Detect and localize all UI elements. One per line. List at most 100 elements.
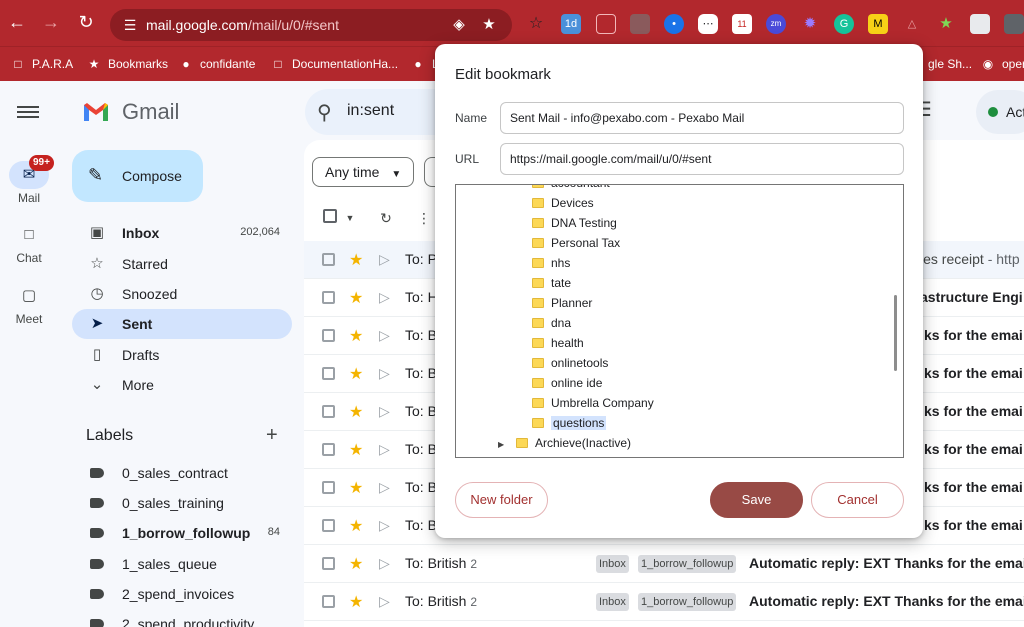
bookmark-confidante[interactable]: ● confidante [178, 55, 255, 73]
bookmark-star-icon[interactable]: ★ [480, 16, 498, 34]
important-icon[interactable]: ▷ [379, 441, 390, 458]
main-menu-icon[interactable] [17, 103, 39, 121]
extension-todo-icon[interactable]: 11 [732, 14, 752, 34]
label-item[interactable]: 0_sales_contract [72, 458, 292, 488]
nav-inbox[interactable]: ▣ Inbox 202,064 [72, 218, 292, 248]
folder-item[interactable]: Devices [532, 193, 594, 213]
gmail-logo[interactable]: Gmail [82, 99, 179, 125]
star-icon[interactable]: ★ [349, 326, 363, 346]
site-settings-icon[interactable]: ☰ [120, 15, 140, 35]
install-app-icon[interactable]: ◈ [450, 16, 468, 34]
back-icon[interactable]: ← [6, 11, 28, 33]
important-icon[interactable]: ▷ [379, 251, 390, 268]
star-icon[interactable]: ★ [349, 402, 363, 422]
nav-sent[interactable]: ➤ Sent [72, 309, 292, 339]
row-checkbox[interactable] [322, 291, 335, 304]
folder-tree[interactable]: accountant Devices DNA Testing Personal … [455, 184, 904, 458]
label-item[interactable]: 2_spend_invoices [72, 579, 292, 609]
nav-starred[interactable]: ☆ Starred [72, 249, 292, 279]
extension-folder-icon[interactable] [630, 14, 650, 34]
extension-miro-icon[interactable]: M [868, 14, 888, 34]
search-icon[interactable]: ⚲ [317, 100, 332, 125]
bookmark-para[interactable]: □ P.A.R.A [10, 55, 73, 73]
extension-zoom-icon[interactable]: zm [766, 14, 786, 34]
folder-item-selected[interactable]: questions [532, 413, 607, 433]
label-chip[interactable]: 1_borrow_followup [638, 555, 737, 573]
reload-icon[interactable]: ↻ [75, 11, 97, 33]
folder-item[interactable]: onlinetools [532, 353, 608, 373]
bookmark-name-field[interactable] [500, 102, 904, 134]
folder-item[interactable]: health [532, 333, 584, 353]
folder-item[interactable]: nhs [532, 253, 570, 273]
save-button[interactable]: Save [710, 482, 803, 518]
row-checkbox[interactable] [322, 557, 335, 570]
star-icon[interactable]: ★ [349, 516, 363, 536]
nav-snoozed[interactable]: ◷ Snoozed [72, 279, 292, 309]
folder-item[interactable]: Planner [532, 293, 592, 313]
label-item[interactable]: 1_sales_queue [72, 549, 292, 579]
important-icon[interactable]: ▷ [379, 479, 390, 496]
row-checkbox[interactable] [322, 253, 335, 266]
label-item[interactable]: 0_sales_training [72, 488, 292, 518]
search-input[interactable]: in:sent [347, 102, 394, 120]
extension-calendar-icon[interactable]: 1d [561, 14, 581, 34]
select-dropdown-icon[interactable]: ▼ [340, 208, 360, 228]
important-icon[interactable]: ▷ [379, 555, 390, 572]
compose-button[interactable]: ✎ Compose [72, 150, 203, 202]
address-url[interactable]: mail.google.com/mail/u/0/#sent [146, 17, 339, 33]
star-icon[interactable]: ★ [349, 364, 363, 384]
bookmark-documentation[interactable]: □ DocumentationHa... [270, 55, 398, 73]
folder-item[interactable]: tate [532, 273, 571, 293]
folder-item[interactable]: Personal Tax [532, 233, 620, 253]
cancel-button[interactable]: Cancel [811, 482, 904, 518]
table-row[interactable]: ★ ▷ To: British 2 Inbox 1_borrow_followup… [304, 583, 1024, 621]
folder-item[interactable]: DNA Testing [532, 213, 617, 233]
important-icon[interactable]: ▷ [379, 365, 390, 382]
star-icon[interactable]: ★ [349, 440, 363, 460]
folder-item-collapsed[interactable]: ▶ Archieve(Inactive) [498, 433, 631, 453]
extension-more-icon[interactable]: ⋯ [698, 14, 718, 34]
star-icon[interactable]: ★ [349, 478, 363, 498]
more-options-icon[interactable]: ⋮ [414, 208, 434, 228]
tree-scrollbar[interactable] [894, 295, 897, 371]
bookmark-sheets[interactable]: gle Sh... [928, 55, 972, 73]
star-outline-icon[interactable]: ☆ [526, 14, 546, 34]
extension-window-icon[interactable] [970, 14, 990, 34]
extension-messenger-icon[interactable]: • [664, 14, 684, 34]
label-chip[interactable]: 1_borrow_followup [638, 593, 737, 611]
star-icon[interactable]: ★ [349, 554, 363, 574]
bookmark-bookmarks[interactable]: ★ Bookmarks [86, 55, 168, 73]
row-checkbox[interactable] [322, 481, 335, 494]
bookmark-wordpress[interactable]: ◉ oper [980, 55, 1024, 73]
extension-gear-icon[interactable]: ✹ [800, 14, 820, 34]
folder-item[interactable]: Umbrella Company [532, 393, 654, 413]
rail-mail[interactable]: ✉ 99+ Mail [0, 155, 58, 205]
select-all-checkbox[interactable] [320, 208, 340, 228]
extension-puzzle-icon[interactable]: △ [902, 14, 922, 34]
address-bar[interactable]: ☰ mail.google.com/mail/u/0/#sent ◈ ★ [110, 9, 512, 41]
new-folder-button[interactable]: New folder [455, 482, 548, 518]
folder-item-partial[interactable] [512, 453, 531, 457]
folder-item[interactable]: online ide [532, 373, 602, 393]
extension-capture-icon[interactable] [596, 14, 616, 34]
folder-item[interactable]: dna [532, 313, 571, 333]
rail-meet[interactable]: ▢ Meet [0, 282, 58, 326]
status-indicator[interactable]: Act [976, 90, 1024, 134]
add-label-icon[interactable]: + [266, 424, 278, 447]
folder-item[interactable]: accountant [532, 185, 610, 193]
important-icon[interactable]: ▷ [379, 593, 390, 610]
profile-icon[interactable] [1004, 14, 1024, 34]
row-checkbox[interactable] [322, 405, 335, 418]
expand-arrow-icon[interactable]: ▶ [498, 435, 508, 455]
nav-more[interactable]: ⌄ More [72, 370, 292, 400]
important-icon[interactable]: ▷ [379, 289, 390, 306]
row-checkbox[interactable] [322, 595, 335, 608]
star-icon[interactable]: ★ [349, 250, 363, 270]
important-icon[interactable]: ▷ [379, 517, 390, 534]
label-item[interactable]: 2_spend_productivity [72, 609, 292, 627]
star-icon[interactable]: ★ [349, 288, 363, 308]
any-time-filter[interactable]: Any time ▼ [312, 157, 415, 187]
important-icon[interactable]: ▷ [379, 327, 390, 344]
extension-star-icon[interactable]: ★ [936, 14, 956, 34]
label-chip[interactable]: Inbox [596, 593, 629, 611]
